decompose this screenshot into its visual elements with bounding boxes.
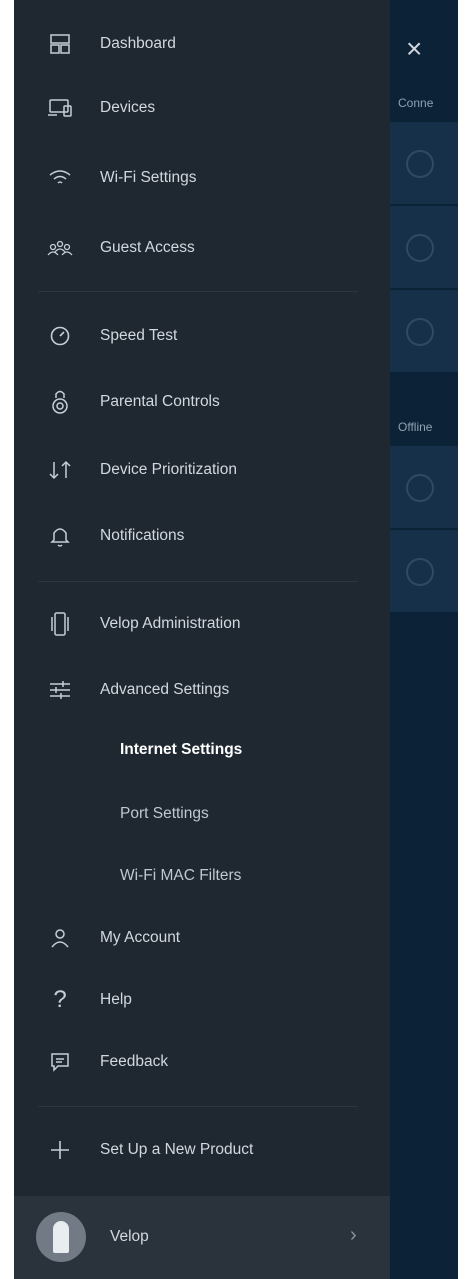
menu-label: Velop Administration — [100, 615, 241, 632]
network-selector[interactable]: Velop › — [14, 1196, 390, 1279]
device-row[interactable] — [390, 206, 458, 289]
network-name: Velop — [110, 1228, 149, 1245]
menu-item-velop-administration[interactable]: Velop Administration — [14, 604, 390, 644]
menu-item-guest-access[interactable]: Guest Access — [14, 228, 390, 268]
menu-label: Set Up a New Product — [100, 1141, 254, 1158]
device-status-icon — [406, 318, 434, 346]
chat-icon — [46, 1048, 74, 1076]
menu-label: Dashboard — [100, 35, 176, 52]
menu-item-speed-test[interactable]: Speed Test — [14, 316, 390, 356]
submenu-item-port-settings[interactable]: Port Settings — [14, 794, 390, 834]
app-frame: × Conne Offline Dashboard Devices Wi-Fi … — [14, 0, 458, 1279]
parental-icon — [46, 388, 74, 416]
submenu-label: Wi-Fi MAC Filters — [120, 867, 242, 884]
submenu-label: Port Settings — [120, 805, 209, 822]
menu-label: Wi-Fi Settings — [100, 169, 197, 186]
section-offline-label: Offline — [398, 420, 433, 434]
submenu-item-wifi-mac-filters[interactable]: Wi-Fi MAC Filters — [14, 856, 390, 896]
device-status-icon — [406, 234, 434, 262]
device-status-icon — [406, 558, 434, 586]
menu-item-dashboard[interactable]: Dashboard — [14, 24, 390, 64]
speedometer-icon — [46, 322, 74, 350]
priority-arrows-icon — [46, 456, 74, 484]
menu-item-setup-new-product[interactable]: Set Up a New Product — [14, 1130, 390, 1170]
menu-label: My Account — [100, 929, 181, 946]
bell-icon — [46, 522, 74, 550]
device-row[interactable] — [390, 290, 458, 373]
guest-icon — [46, 234, 74, 262]
menu-divider — [38, 291, 358, 292]
device-row[interactable] — [390, 530, 458, 613]
device-row[interactable] — [390, 446, 458, 529]
person-icon — [46, 924, 74, 952]
menu-item-feedback[interactable]: Feedback — [14, 1042, 390, 1082]
device-status-icon — [406, 150, 434, 178]
section-connected-label: Conne — [398, 96, 434, 110]
chevron-right-icon: › — [350, 1224, 357, 1246]
device-status-icon — [406, 474, 434, 502]
menu-item-devices[interactable]: Devices — [14, 88, 390, 128]
submenu-item-internet-settings[interactable]: Internet Settings — [14, 730, 390, 770]
menu-item-parental-controls[interactable]: Parental Controls — [14, 382, 390, 422]
menu-label: Devices — [100, 99, 156, 116]
menu-label: Feedback — [100, 1053, 169, 1070]
navigation-drawer: Dashboard Devices Wi-Fi Settings Guest A… — [14, 0, 390, 1279]
menu-label: Parental Controls — [100, 393, 220, 410]
menu-divider — [38, 581, 358, 582]
menu-label: Guest Access — [100, 239, 195, 256]
menu-label: Speed Test — [100, 327, 178, 344]
menu-label: Help — [100, 991, 132, 1008]
question-icon: ? — [53, 986, 67, 1013]
devices-icon — [46, 94, 74, 122]
wifi-icon — [46, 164, 74, 192]
menu-item-advanced-settings[interactable]: Advanced Settings — [14, 670, 390, 710]
plus-icon — [46, 1136, 74, 1164]
dashboard-icon — [46, 30, 74, 58]
velop-node-icon — [53, 1221, 69, 1253]
menu-item-my-account[interactable]: My Account — [14, 918, 390, 958]
device-row[interactable] — [390, 122, 458, 205]
menu-item-device-prioritization[interactable]: Device Prioritization — [14, 450, 390, 490]
submenu-label: Internet Settings — [120, 741, 243, 758]
menu-label: Notifications — [100, 527, 185, 544]
router-node-icon — [46, 610, 74, 638]
menu-item-notifications[interactable]: Notifications — [14, 516, 390, 556]
close-icon[interactable]: × — [406, 34, 436, 64]
menu-label: Advanced Settings — [100, 681, 230, 698]
sliders-icon — [46, 676, 74, 704]
menu-item-help[interactable]: ? Help — [14, 980, 390, 1020]
menu-divider — [38, 1106, 358, 1107]
menu-item-wifi-settings[interactable]: Wi-Fi Settings — [14, 158, 390, 198]
menu-label: Device Prioritization — [100, 461, 237, 478]
